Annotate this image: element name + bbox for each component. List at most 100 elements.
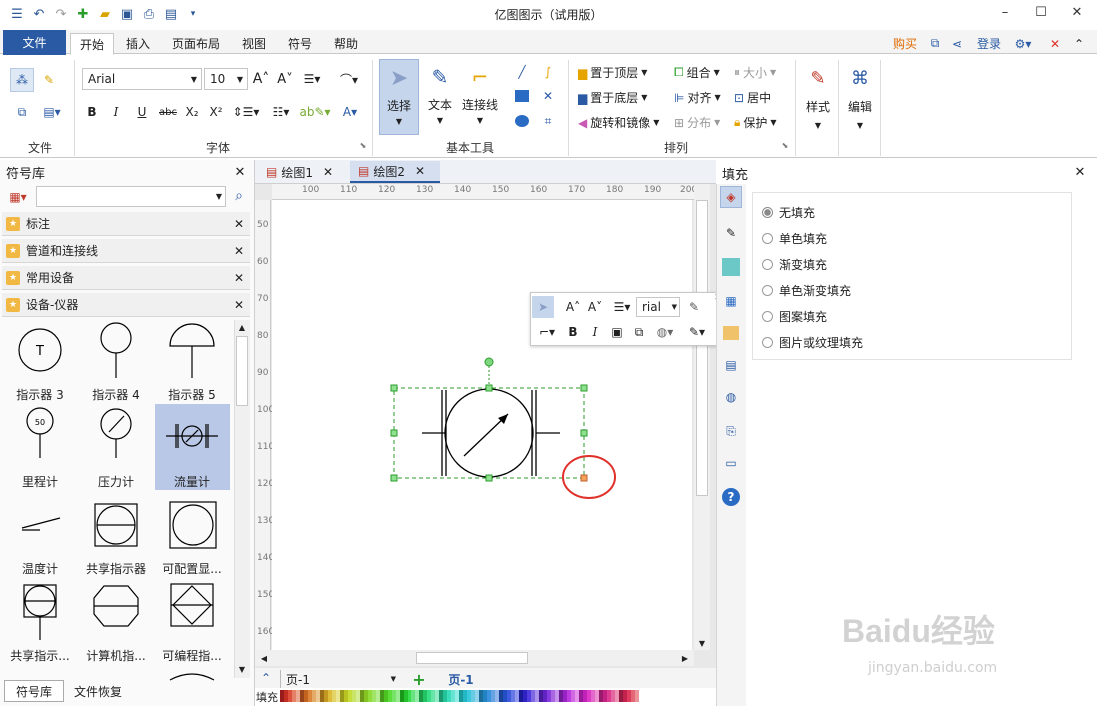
paste-icon[interactable]: ▤▾ [38, 100, 66, 124]
doc-tab-1[interactable]: ▤ 绘图1 ✕ [258, 161, 346, 183]
bold-icon[interactable]: B [84, 102, 100, 122]
line-spacing-icon[interactable]: ⇕☰▾ [232, 102, 260, 122]
bullets-icon[interactable]: ☷▾ [268, 102, 294, 122]
symbol-indicator-4[interactable]: 指示器 4 [78, 386, 154, 403]
grow-font-icon[interactable]: A˄ [252, 68, 270, 90]
align-text-icon[interactable]: ☰▾ [300, 68, 324, 90]
symbol-shared-indicator[interactable]: 共享指示器 [78, 560, 154, 577]
close-category-icon[interactable]: ✕ [234, 298, 244, 312]
dialog-launcher-icon[interactable]: ⬊ [780, 140, 790, 150]
text-tool-button[interactable]: ✎ 文本 ▼ [422, 59, 458, 135]
fill-option-picture[interactable]: 图片或纹理填充 [762, 334, 863, 351]
page-select[interactable]: 页-1 ▼ [280, 670, 400, 688]
symbol-shared-indicator-2[interactable]: 共享指示... [2, 647, 78, 664]
page-tab-1[interactable]: 页-1 [444, 670, 478, 688]
edit-button[interactable]: ⌘ 编辑 ▼ [842, 62, 878, 146]
cross-point-icon[interactable]: ✕ [538, 87, 558, 105]
scroll-right-icon[interactable]: ▶ [678, 651, 692, 665]
library-category[interactable]: ★ 管道和连接线 ✕ [2, 239, 250, 263]
fill-option-gradient[interactable]: 渐变填充 [762, 256, 827, 273]
align-button[interactable]: ⊫ 对齐 ▼ [674, 89, 721, 106]
symbol-indicator-5[interactable]: 指示器 5 [154, 386, 230, 403]
symbol-thermometer[interactable]: 温度计 [2, 560, 78, 577]
distribute-button[interactable]: ⊞ 分布 ▼ [674, 114, 720, 131]
bring-to-front-button[interactable]: ▆ 置于顶层 ▼ [578, 64, 647, 81]
style-button[interactable]: ✎ 样式 ▼ [800, 62, 836, 146]
scroll-up-icon[interactable]: ▲ [234, 320, 250, 334]
buy-link[interactable]: 购买 [888, 33, 922, 54]
rectangle-icon[interactable] [515, 90, 529, 102]
maximize-button[interactable]: ☐ [1024, 0, 1058, 24]
canvas-vscroll-thumb[interactable] [696, 200, 708, 496]
close-category-icon[interactable]: ✕ [234, 271, 244, 285]
connector-tool-button[interactable]: ⌐ 连接线 ▼ [460, 59, 500, 135]
library-category[interactable]: ★ 标注 ✕ [2, 212, 250, 236]
font-size-select[interactable]: 10 ▼ [204, 68, 248, 90]
close-category-icon[interactable]: ✕ [234, 217, 244, 231]
share-icon[interactable]: ⋖ [948, 33, 966, 54]
tab-symbols[interactable]: 符号 [282, 33, 318, 54]
connector-style-icon[interactable]: ⌐▾ [534, 322, 560, 342]
tab-library[interactable]: 符号库 [4, 680, 64, 702]
close-tab-icon[interactable]: ✕ [415, 164, 425, 178]
bold-icon[interactable]: B [566, 322, 580, 342]
settings-gear-icon[interactable]: ⚙▾ [1010, 33, 1036, 54]
add-page-icon[interactable]: + [410, 670, 428, 689]
group-button[interactable]: ⧠ 组合 ▼ [674, 64, 720, 81]
line-style-icon[interactable]: ✎▾ [684, 322, 710, 342]
tab-page-layout[interactable]: 页面布局 [166, 33, 226, 54]
size-button[interactable]: ⏸ 大小 ▼ [734, 64, 776, 81]
pointer-icon[interactable]: ➤ [532, 296, 554, 318]
highlight-icon[interactable]: ab✎▾ [299, 102, 330, 122]
tab-help[interactable]: 帮助 [328, 33, 364, 54]
scroll-down-icon[interactable]: ▼ [234, 662, 250, 676]
align-text-icon[interactable]: ☰▾ [610, 296, 634, 318]
floating-font-select[interactable]: rial ▼ [636, 297, 680, 317]
tab-insert[interactable]: 插入 [118, 33, 158, 54]
shadow-icon[interactable] [720, 256, 742, 278]
grow-font-icon[interactable]: A˄ [564, 296, 582, 318]
symbol-pressure-gauge[interactable]: 压力计 [78, 473, 154, 490]
ellipse-icon[interactable] [515, 115, 529, 127]
crop-icon[interactable]: ⌗ [538, 112, 558, 130]
format-painter-icon[interactable]: ⁂ [10, 68, 34, 92]
attachment-icon[interactable]: ⎘ [720, 420, 742, 442]
send-to-back-button[interactable]: ▆ 置于底层 ▼ [578, 89, 647, 106]
tab-home[interactable]: 开始 [70, 33, 114, 55]
italic-icon[interactable]: I [588, 322, 602, 342]
close-fill-panel-icon[interactable]: ✕ [1072, 164, 1088, 180]
bring-front-icon[interactable]: ▣ [608, 322, 626, 342]
send-back-icon[interactable]: ⧉ [630, 322, 648, 342]
tab-view[interactable]: 视图 [236, 33, 272, 54]
copy-icon[interactable]: ⧉ [10, 100, 34, 124]
font-name-select[interactable]: Arial ▼ [82, 68, 202, 90]
palette-swatch[interactable] [634, 690, 639, 702]
symbol-indicator-3[interactable]: 指示器 3 [2, 386, 78, 403]
text-path-icon[interactable]: ⌒▾ [334, 68, 364, 90]
scroll-left-icon[interactable]: ◀ [257, 651, 271, 665]
canvas-hscroll-thumb[interactable] [416, 652, 528, 664]
close-category-icon[interactable]: ✕ [234, 244, 244, 258]
expand-pages-icon[interactable]: ⌃ [258, 670, 274, 686]
fill-drop-icon[interactable]: ◍▾ [652, 322, 678, 342]
protect-button[interactable]: 🔒︎ 保护 ▼ [734, 114, 777, 131]
library-category[interactable]: ★ 设备-仪器 ✕ [2, 293, 250, 317]
minimize-button[interactable]: – [988, 0, 1022, 24]
italic-icon[interactable]: I [108, 102, 124, 122]
flowmeter-shape[interactable] [380, 350, 630, 500]
close-library-icon[interactable]: ✕ [232, 164, 248, 180]
shrink-font-icon[interactable]: A˅ [276, 68, 294, 90]
data-icon[interactable]: ▤ [720, 354, 742, 376]
library-menu-icon[interactable]: ▦▾ [4, 188, 32, 206]
hyperlink-globe-icon[interactable]: ◍ [720, 386, 742, 408]
library-scroll-thumb[interactable] [236, 336, 248, 406]
subscript-icon[interactable]: X₂ [184, 102, 200, 122]
symbol-programmable-indicator[interactable]: 可编程指... [154, 647, 230, 664]
fill-option-none[interactable]: 无填充 [762, 204, 815, 221]
doc-tab-2[interactable]: ▤ 绘图2 ✕ [350, 161, 440, 183]
superscript-icon[interactable]: X² [208, 102, 224, 122]
dialog-launcher-icon[interactable]: ⬊ [358, 140, 368, 150]
login-link[interactable]: 登录 [972, 33, 1006, 54]
center-button[interactable]: ⊡ 居中 [734, 89, 771, 106]
close-button[interactable]: ✕ [1060, 0, 1094, 24]
